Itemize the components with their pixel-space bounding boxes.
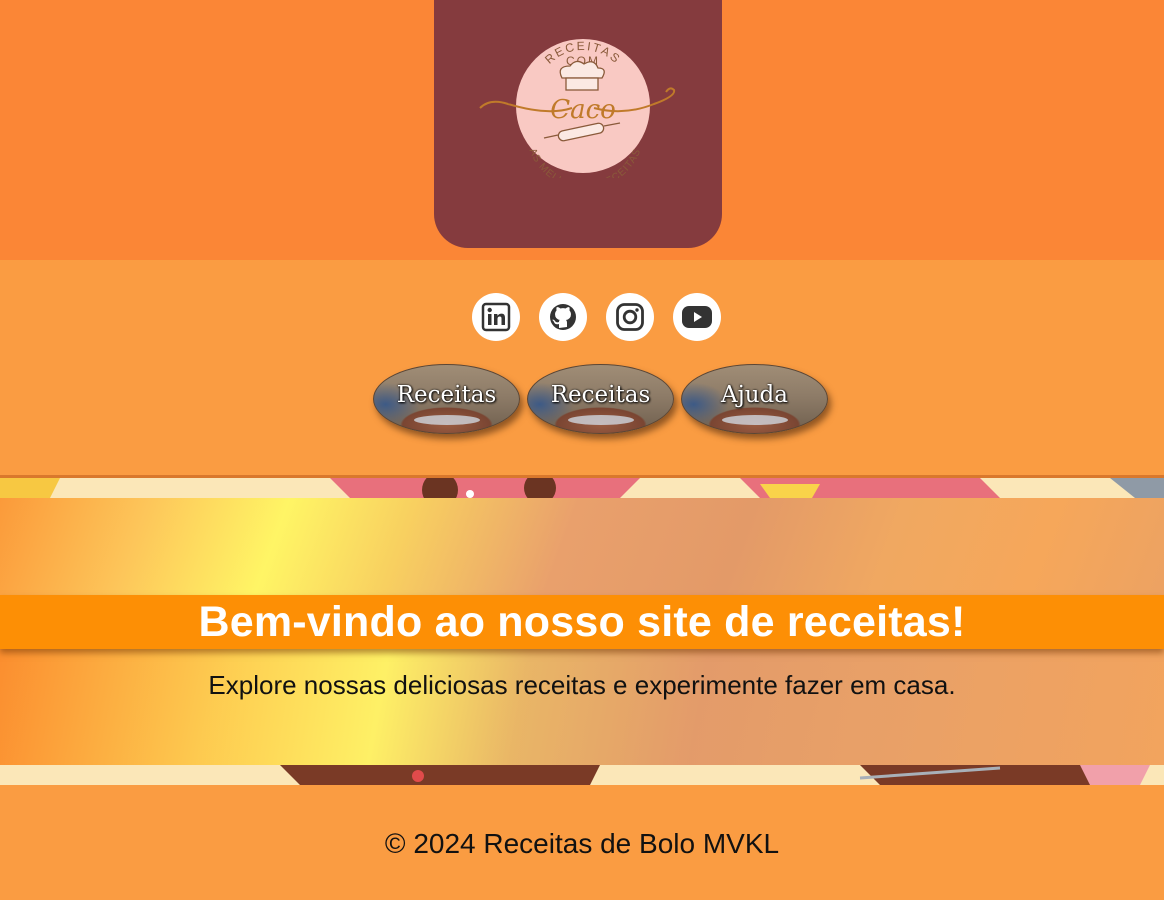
github-link[interactable] — [539, 293, 587, 341]
intro-text: Explore nossas deliciosas receitas e exp… — [208, 670, 956, 700]
nav-button-receitas-2[interactable]: Receitas — [527, 364, 674, 434]
site-logo[interactable]: RECEITAS COM Caco AS MELHORES RECEITAS — [474, 38, 682, 178]
nav-band: Receitas Receitas Ajuda — [0, 260, 1164, 476]
page-title: Bem-vindo ao nosso site de receitas! — [198, 597, 966, 646]
nav-button-ajuda[interactable]: Ajuda — [681, 364, 828, 434]
hero-banner: Bem-vindo ao nosso site de receitas! Exp… — [0, 498, 1164, 765]
nav-button-receitas[interactable]: Receitas — [373, 364, 520, 434]
logo-card: RECEITAS COM Caco AS MELHORES RECEITAS — [434, 0, 722, 248]
social-links — [472, 293, 721, 341]
footer-copyright: © 2024 Receitas de Bolo MVKL — [384, 828, 780, 859]
welcome-bar: Bem-vindo ao nosso site de receitas! — [0, 595, 1164, 649]
footer: © 2024 Receitas de Bolo MVKL — [0, 785, 1164, 900]
nav-button-plate — [722, 415, 788, 425]
nav-button-label: Receitas — [550, 382, 651, 408]
nav-button-plate — [568, 415, 634, 425]
hero-section: Bem-vindo ao nosso site de receitas! Exp… — [0, 478, 1164, 785]
instagram-link[interactable] — [606, 293, 654, 341]
header-band: RECEITAS COM Caco AS MELHORES RECEITAS — [0, 0, 1164, 260]
logo-name: Caco — [550, 95, 616, 125]
main-nav: Receitas Receitas Ajuda — [373, 364, 828, 434]
instagram-icon — [616, 303, 644, 331]
youtube-link[interactable] — [673, 293, 721, 341]
youtube-icon — [682, 306, 712, 328]
nav-button-plate — [414, 415, 480, 425]
github-icon — [550, 304, 576, 330]
linkedin-link[interactable] — [472, 293, 520, 341]
nav-button-label: Receitas — [396, 382, 497, 408]
nav-button-label: Ajuda — [721, 382, 788, 408]
linkedin-icon — [481, 302, 511, 332]
